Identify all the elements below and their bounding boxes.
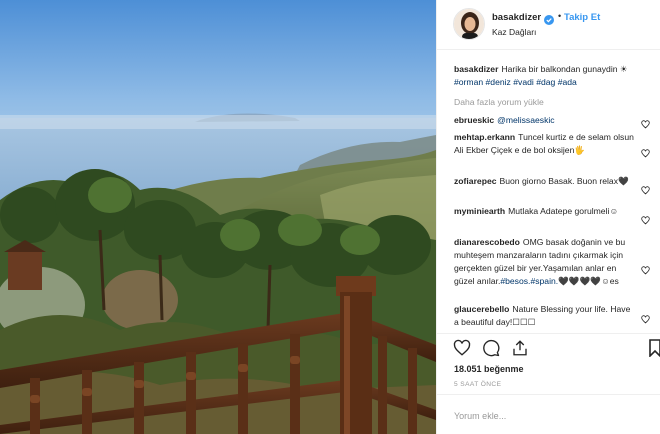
comment: myminiearth Mutlaka Adatepe gorulmeli☺ (454, 205, 634, 218)
heart-icon[interactable] (641, 262, 650, 275)
post-caption: basakdizer Harika bir balkondan gunaydin … (454, 63, 654, 89)
comment: glaucerebello Nature Blessing your life. … (454, 303, 634, 329)
header-username[interactable]: basakdizer (492, 12, 541, 23)
comments-list[interactable]: basakdizer Harika bir balkondan gunaydin … (437, 50, 660, 333)
follow-button[interactable]: Takip Et (564, 12, 600, 23)
landscape-photo (0, 0, 436, 434)
hashtag[interactable]: #besos. (500, 276, 530, 286)
load-more-comments[interactable]: Daha fazla yorum yükle (454, 97, 544, 107)
comment-username[interactable]: zofiarepec (454, 176, 497, 186)
heart-icon[interactable] (453, 339, 471, 357)
comment-text: Buon giorno Basak. Buon relax🖤 (499, 176, 629, 186)
comment: dianarescobedo OMG basak doğanin ve bu mu… (454, 236, 634, 288)
separator-dot: • (558, 11, 562, 21)
comment-username[interactable]: myminiearth (454, 206, 505, 216)
avatar[interactable] (453, 8, 485, 40)
share-icon[interactable] (511, 339, 529, 357)
verified-badge-icon (544, 12, 554, 25)
location-link[interactable]: Kaz Dağları (492, 27, 536, 37)
hashtag[interactable]: #spain. (530, 276, 558, 286)
hashtag[interactable]: #deniz (486, 77, 511, 87)
caption-username[interactable]: basakdizer (454, 64, 498, 74)
heart-icon[interactable] (641, 182, 650, 195)
add-comment-bar (437, 394, 660, 434)
post-photo[interactable] (0, 0, 436, 434)
heart-icon[interactable] (641, 311, 650, 324)
caption-text: Harika bir balkondan gunaydin ☀ (501, 64, 628, 74)
comment-mention[interactable]: @melissaeskic (497, 115, 554, 125)
comment-username[interactable]: mehtap.erkann (454, 132, 515, 142)
comment-username[interactable]: dianarescobedo (454, 237, 520, 247)
hashtag[interactable]: #vadi (513, 77, 534, 87)
comment-username[interactable]: glaucerebello (454, 304, 509, 314)
comment-input[interactable] (454, 409, 644, 423)
like-count[interactable]: 18.051 beğenme (454, 364, 524, 374)
post-sidebar: basakdizer • Takip Et Kaz Dağları basakd… (436, 0, 660, 434)
comment: zofiarepec Buon giorno Basak. Buon relax🖤 (454, 175, 634, 188)
post-header: basakdizer • Takip Et Kaz Dağları (437, 0, 660, 50)
hashtag[interactable]: #orman (454, 77, 483, 87)
heart-icon[interactable] (641, 212, 650, 225)
bookmark-icon[interactable] (649, 339, 660, 358)
comment-text: Mutlaka Adatepe gorulmeli☺ (508, 206, 619, 216)
heart-icon[interactable] (641, 145, 650, 158)
post-timestamp: 5 SAAT ÖNCE (454, 381, 502, 388)
hashtag[interactable]: #dag (536, 77, 555, 87)
comment: ebrueskic @melissaeskic (454, 114, 634, 127)
hashtag[interactable]: #ada (558, 77, 577, 87)
comment: mehtap.erkann Tuncel kurtiz e de selam ol… (454, 131, 634, 157)
heart-icon[interactable] (641, 116, 650, 129)
comment-emoji: 🖤🖤🖤🖤☺es (558, 276, 619, 286)
comment-username[interactable]: ebrueskic (454, 115, 494, 125)
comment-icon[interactable] (482, 339, 500, 357)
